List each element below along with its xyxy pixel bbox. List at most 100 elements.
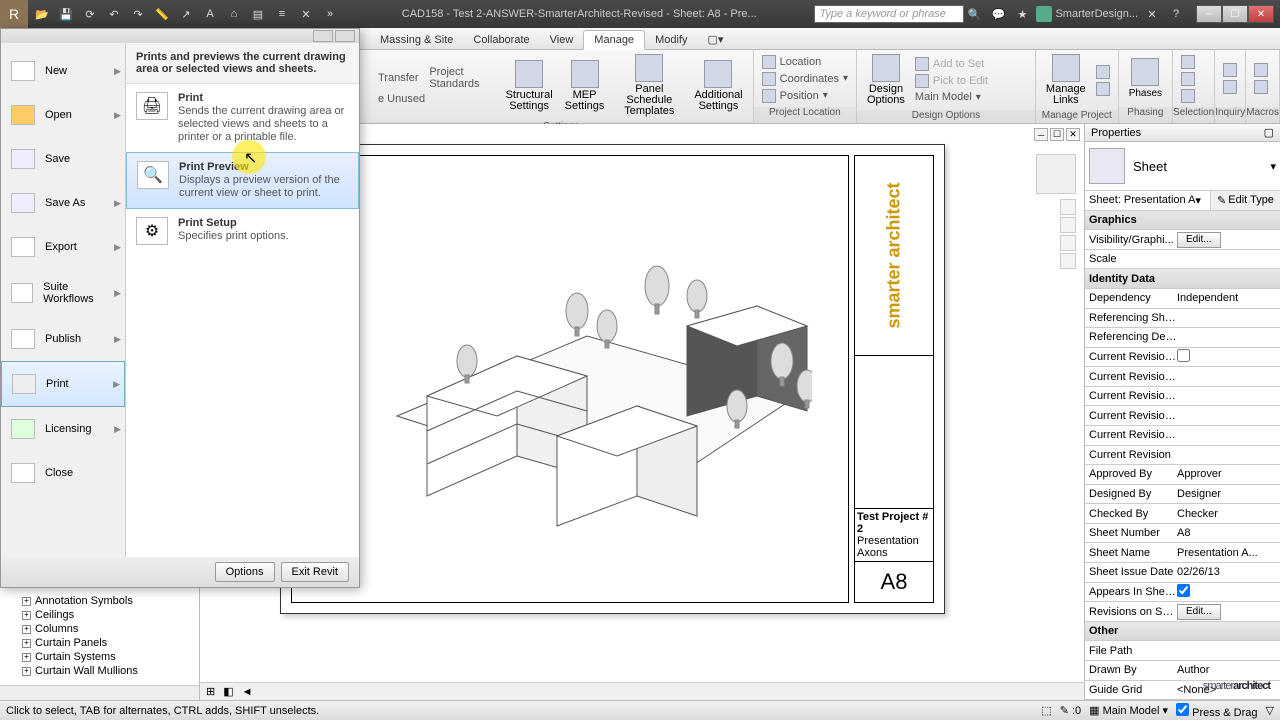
qat-text-icon[interactable]: A xyxy=(200,4,220,24)
qat-measure-icon[interactable]: 📏 xyxy=(152,4,172,24)
menu-open[interactable]: Open▶ xyxy=(1,93,125,137)
purge-button[interactable]: e Unused xyxy=(374,92,500,106)
manage-links-button[interactable]: ManageLinks xyxy=(1040,52,1092,108)
qat-3d-icon[interactable]: ⌂ xyxy=(224,4,244,24)
maximize-button[interactable]: ☐ xyxy=(1222,5,1248,23)
star-icon[interactable]: ★ xyxy=(1012,4,1032,24)
menu-export[interactable]: Export▶ xyxy=(1,225,125,269)
link-extra-1[interactable] xyxy=(1092,64,1114,80)
sign-in-button[interactable]: SmarterDesign... xyxy=(1036,6,1138,22)
expand-icon[interactable]: + xyxy=(22,639,31,648)
sel-2[interactable] xyxy=(1177,71,1199,87)
location-button[interactable]: Location xyxy=(758,54,852,70)
tab-view[interactable]: View xyxy=(540,31,584,49)
comm-icon[interactable]: 💬 xyxy=(988,4,1008,24)
expand-icon[interactable]: + xyxy=(22,667,31,676)
browser-item[interactable]: +Curtain Systems xyxy=(2,650,197,664)
tab-manage[interactable]: Manage xyxy=(583,30,645,50)
tab-extra-icon[interactable]: ▢▾ xyxy=(697,30,733,49)
props-pin-icon[interactable]: ▢ xyxy=(1264,126,1274,139)
options-button[interactable]: Options xyxy=(215,562,275,582)
mac-1[interactable] xyxy=(1250,62,1272,78)
mep-settings-button[interactable]: MEPSettings xyxy=(559,58,611,114)
phases-button[interactable]: Phases xyxy=(1123,56,1168,101)
browser-scrollbar[interactable] xyxy=(0,685,199,700)
edit-rev-button[interactable]: Edit... xyxy=(1177,604,1221,620)
additional-settings-button[interactable]: AdditionalSettings xyxy=(688,58,748,114)
menu-print[interactable]: Print▶ xyxy=(1,361,125,407)
qat-section-icon[interactable]: ▤ xyxy=(248,4,268,24)
sb-filter-icon[interactable]: ▽ xyxy=(1266,704,1274,717)
appears-checkbox[interactable] xyxy=(1177,584,1190,597)
browser-item[interactable]: +Annotation Symbols xyxy=(2,594,197,608)
tab-massing[interactable]: Massing & Site xyxy=(370,31,463,49)
qat-undo-icon[interactable]: ↶ xyxy=(104,4,124,24)
menu-suite[interactable]: Suite Workflows▶ xyxy=(1,269,125,317)
design-options-button[interactable]: DesignOptions xyxy=(861,52,911,108)
help-icon[interactable]: ? xyxy=(1166,4,1186,24)
menu-save-as[interactable]: Save As▶ xyxy=(1,181,125,225)
nav-wheel-icon[interactable] xyxy=(1060,199,1076,215)
search-icon[interactable]: 🔍 xyxy=(964,4,984,24)
browser-item[interactable]: +Ceilings xyxy=(2,608,197,622)
structural-settings-button[interactable]: StructuralSettings xyxy=(500,58,559,114)
tab-collaborate[interactable]: Collaborate xyxy=(463,31,539,49)
app-logo[interactable]: R xyxy=(0,0,28,28)
nav-zoom-icon[interactable] xyxy=(1060,235,1076,251)
minimize-button[interactable]: ─ xyxy=(1196,5,1222,23)
panel-templates-button[interactable]: Panel ScheduleTemplates xyxy=(610,52,688,119)
nav-orbit-icon[interactable] xyxy=(1060,253,1076,269)
sb-press-drag[interactable]: Press & Drag xyxy=(1176,703,1257,719)
exchange-icon[interactable]: ✕ xyxy=(1142,4,1162,24)
expand-icon[interactable]: + xyxy=(22,611,31,620)
sb-icon1[interactable]: ⬚ xyxy=(1041,704,1051,717)
sb-model-dropdown[interactable]: ▦ Main Model ▾ xyxy=(1089,704,1168,717)
menu-close[interactable]: Close xyxy=(1,451,125,495)
edit-vis-button[interactable]: Edit... xyxy=(1177,232,1221,248)
browser-item[interactable]: +Curtain Panels xyxy=(2,636,197,650)
link-extra-2[interactable] xyxy=(1092,81,1114,97)
tab-modify[interactable]: Modify xyxy=(645,31,697,49)
coordinates-button[interactable]: Coordinates ▾ xyxy=(758,71,852,87)
open-docs-icon[interactable] xyxy=(335,30,355,42)
view-control-bar[interactable]: ⊞ ◧ ◄ xyxy=(200,682,1084,700)
instance-selector[interactable]: Sheet: Presentation A ▾ xyxy=(1085,191,1210,210)
menu-publish[interactable]: Publish▶ xyxy=(1,317,125,361)
menu-new[interactable]: New▶ xyxy=(1,49,125,93)
type-dropdown-icon[interactable]: ▾ xyxy=(1270,160,1276,173)
view-close-icon[interactable]: ✕ xyxy=(1066,128,1080,141)
view-min-icon[interactable]: ─ xyxy=(1034,128,1048,141)
main-model-dropdown[interactable]: Main Model ▾ xyxy=(911,90,1031,104)
close-button[interactable]: ✕ xyxy=(1248,5,1274,23)
qat-close-hidden-icon[interactable]: ✕ xyxy=(296,4,316,24)
expand-icon[interactable]: + xyxy=(22,653,31,662)
submenu-print[interactable]: 🖨 PrintSends the current drawing area or… xyxy=(126,84,359,152)
qat-sync-icon[interactable]: ⟳ xyxy=(80,4,100,24)
qat-more-icon[interactable]: » xyxy=(320,4,340,24)
recent-docs-icon[interactable] xyxy=(313,30,333,42)
expand-icon[interactable]: + xyxy=(22,625,31,634)
transfer-button[interactable]: Transfer Project Standards xyxy=(374,65,500,91)
scale-icon[interactable]: ⊞ xyxy=(206,685,215,698)
search-input[interactable]: Type a keyword or phrase xyxy=(814,5,964,23)
inq-2[interactable] xyxy=(1219,79,1241,95)
qat-align-icon[interactable]: ↗ xyxy=(176,4,196,24)
rev-checkbox[interactable] xyxy=(1177,349,1190,362)
inq-1[interactable] xyxy=(1219,62,1241,78)
submenu-print-preview[interactable]: 🔍 Print PreviewDisplays a preview versio… xyxy=(126,152,359,209)
view-cube[interactable] xyxy=(1036,154,1076,194)
qat-open-icon[interactable]: 📂 xyxy=(32,4,52,24)
qat-redo-icon[interactable]: ↷ xyxy=(128,4,148,24)
qat-thin-icon[interactable]: ≡ xyxy=(272,4,292,24)
nav-pan-icon[interactable] xyxy=(1060,217,1076,233)
exit-button[interactable]: Exit Revit xyxy=(281,562,349,582)
view-max-icon[interactable]: ☐ xyxy=(1050,128,1064,141)
browser-item[interactable]: +Curtain Wall Mullions xyxy=(2,664,197,678)
sel-3[interactable] xyxy=(1177,88,1199,104)
detail-icon[interactable]: ◧ xyxy=(223,685,233,698)
menu-licensing[interactable]: Licensing▶ xyxy=(1,407,125,451)
sb-worksets[interactable]: ✎ :0 xyxy=(1060,704,1081,717)
mac-2[interactable] xyxy=(1250,79,1272,95)
edit-type-button[interactable]: ✎Edit Type xyxy=(1210,191,1280,210)
browser-item[interactable]: +Columns xyxy=(2,622,197,636)
